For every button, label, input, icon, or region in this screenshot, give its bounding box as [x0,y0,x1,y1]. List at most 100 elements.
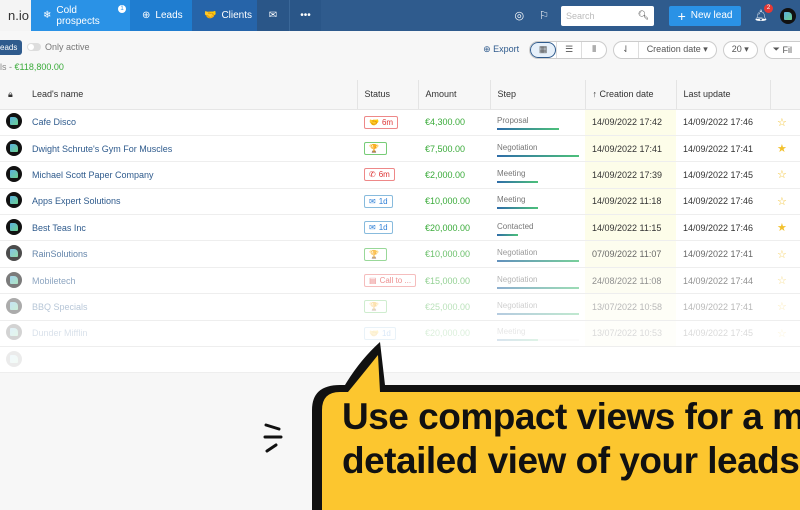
last-update: 14/09/2022 17:46 [676,214,770,242]
col-creation-date[interactable]: ↑ Creation date [584,80,676,110]
notifications-button[interactable]: 🔔︎ 2 [754,4,773,22]
total-prefix: ls - [0,62,15,72]
table-row[interactable]: Cafe Disco 🤝 6m €4,300.00 Proposal 14/09/… [0,109,800,136]
star-outline-icon[interactable]: ☆ [777,328,787,340]
leads-table: 🔒︎ Lead's name Status Amount Step ↑ Crea… [0,80,800,374]
status-badge[interactable]: ✆ 6m [364,168,395,182]
handshake-icon: 🤝 [369,117,379,127]
step-progress: Negotiation [497,143,579,157]
list-view-icon[interactable]: ☰ [556,41,581,58]
creation-date: 07/09/2022 11:07 [585,240,676,268]
star-outline-icon[interactable]: ☆ [777,249,787,261]
star-outline-icon[interactable]: ☆ [777,169,787,181]
step-label: Negotiation [497,300,538,310]
last-update: 14/09/2022 17:46 [676,188,770,216]
lead-avatar [6,113,22,130]
step-progress: Negotiation [497,300,579,315]
col-amount[interactable]: Amount [417,80,490,110]
filter-button[interactable]: ⏷ Fil [763,40,800,59]
logo: n.io [0,0,31,31]
col-status[interactable]: Status [356,80,418,110]
lead-name[interactable]: Dunder Mifflin [32,328,87,338]
lead-avatar [6,324,22,341]
lead-amount: €10,000.00 [418,240,490,268]
status-badge[interactable]: 🤝 6m [364,115,399,129]
table-row[interactable]: RainSolutions 🏆 €10,000.00 Negotiation 0… [0,240,800,268]
table-row[interactable]: BBQ Specials 🏆 €25,000.00 Negotiation 13… [0,293,800,321]
tab-clients[interactable]: 🤝 Clients [192,0,257,31]
page-size-select[interactable]: 20 ▾ [722,40,758,59]
lead-name[interactable]: Cafe Disco [32,117,76,127]
status-badge[interactable]: 🏆 [364,247,387,261]
tab-more[interactable]: ••• [289,0,321,31]
star-outline-icon[interactable]: ☆ [777,196,787,208]
tab-mail[interactable]: ✉ [257,0,289,31]
lead-name[interactable]: Michael Scott Paper Company [32,170,154,180]
search-input[interactable]: Search 🔍︎ [561,5,655,26]
lead-name[interactable]: RainSolutions [32,249,88,259]
tab-cold-prospects[interactable]: ❄ Cold prospects 1 [31,0,130,31]
only-active-toggle[interactable] [27,43,41,51]
kanban-view-icon[interactable]: ⦀ [581,41,606,58]
star-filled-icon[interactable]: ★ [777,222,787,234]
table-row[interactable]: Dwight Schrute's Gym For Muscles 🏆 €7,50… [0,135,800,163]
lead-avatar [6,297,22,314]
tab-label: Cold prospects [56,4,100,27]
tab-leads[interactable]: ⊕ Leads [130,0,192,31]
star-outline-icon[interactable]: ☆ [777,301,787,313]
lead-amount: €10,000.00 [418,188,490,216]
col-last-update[interactable]: Last update [675,80,770,110]
status-badge[interactable]: 🤝 1d [364,326,396,340]
export-button[interactable]: ⊕ Export [483,44,519,55]
lead-avatar [6,165,22,182]
lead-name[interactable]: Mobiletech [32,276,76,286]
step-label: Meeting [497,195,526,205]
handshake-icon: 🤝 [369,328,379,338]
bookmark-icon[interactable]: ⚐ [539,9,549,22]
status-badge[interactable]: ▤ Call to ... [364,274,417,288]
notification-badge: 2 [764,4,773,13]
step-label: Meeting [497,168,526,178]
target-icon[interactable]: ◎ [515,9,525,22]
view-pill[interactable]: eads [0,40,23,55]
creation-date: 14/09/2022 11:18 [585,188,676,216]
star-filled-icon[interactable]: ★ [777,143,787,155]
lead-name[interactable]: Best Teas Inc [32,223,86,233]
star-outline-icon[interactable]: ☆ [777,275,787,287]
lead-name[interactable]: Dwight Schrute's Gym For Muscles [32,144,172,154]
col-step[interactable]: Step [489,80,585,110]
step-label: Negotiation [497,274,538,284]
only-active-label: Only active [45,42,90,52]
lead-amount: €4,300.00 [418,109,490,136]
sort-field-select[interactable]: Creation date ▾ [637,41,716,58]
lead-avatar [6,271,22,288]
star-outline-icon[interactable]: ☆ [777,117,787,129]
step-progress: Meeting [497,168,579,183]
lead-name[interactable]: BBQ Specials [32,302,88,312]
last-update: 14/09/2022 17:44 [676,267,770,295]
status-badge[interactable]: 🏆 [364,300,387,314]
filter-label: Fil [782,44,793,55]
trophy-icon: 🏆 [369,302,379,312]
status-badge[interactable]: ✉ 1d [364,221,393,235]
compact-view-icon[interactable]: ▦ [530,41,557,58]
status-badge[interactable]: 🏆 [364,142,387,156]
table-row[interactable]: Best Teas Inc ✉ 1d €20,000.00 Contacted 1… [0,214,800,242]
table-row[interactable]: Michael Scott Paper Company ✆ 6m €2,000.0… [0,161,800,189]
step-progress: Negotiation [497,274,579,289]
table-row[interactable]: Mobiletech ▤ Call to ... €15,000.00 Negot… [0,267,800,295]
filter-icon: ⏷ [772,44,780,54]
status-badge[interactable]: ✉ 1d [364,194,393,208]
table-row[interactable]: Apps Expert Solutions ✉ 1d €10,000.00 Mee… [0,188,800,216]
user-avatar[interactable] [780,7,796,24]
step-label: Meeting [497,327,526,337]
last-update: 14/09/2022 17:45 [676,161,770,189]
lead-name[interactable]: Apps Expert Solutions [32,196,121,206]
trophy-icon: 🏆 [369,144,379,154]
top-nav: n.io ❄ Cold prospects 1 ⊕ Leads 🤝 Clients ✉ … [0,0,800,31]
sort-direction-icon[interactable]: ⇃ [614,44,638,55]
new-lead-button[interactable]: + New lead [669,5,742,26]
col-name[interactable]: Lead's name [25,80,357,110]
sort-control: ⇃ Creation date ▾ [613,40,717,59]
last-update: 14/09/2022 17:41 [676,240,770,268]
